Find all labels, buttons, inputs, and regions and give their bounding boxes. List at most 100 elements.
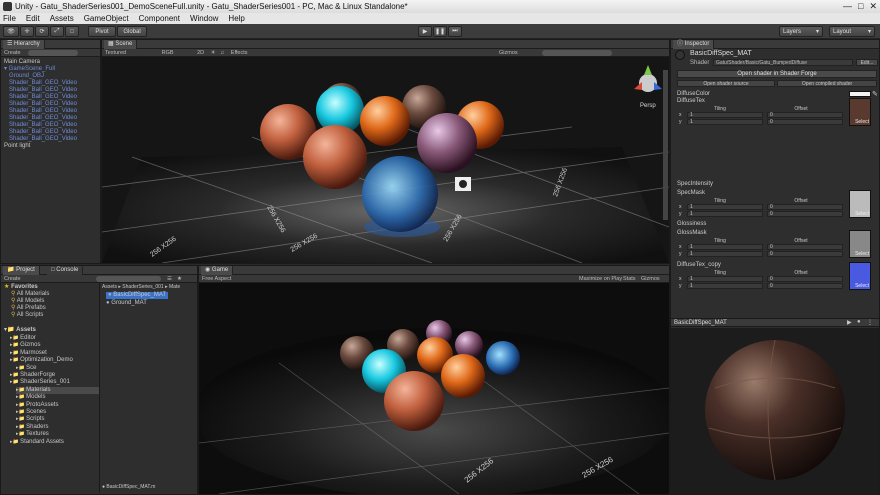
tiling-x-field[interactable]: 1 [687,204,763,210]
folder-item[interactable]: ▸📁 Shaders [16,424,48,431]
rect-tool-icon[interactable]: □ [65,26,79,37]
hierarchy-item[interactable]: Shader_Ball_GEO_Video [9,122,77,129]
scale-tool-icon[interactable]: ⤢ [50,26,64,37]
hierarchy-search-input[interactable] [28,49,79,56]
game-viewport[interactable]: 256 X256 256 X256 [199,283,669,494]
scene-viewport[interactable]: 256 X256 256 X256 256 X256 256 X256 256 … [102,57,669,263]
tiling-y-field[interactable]: 1 [687,119,763,125]
hierarchy-item[interactable]: Shader_Ball_GEO_Video [9,115,77,122]
tiling-y-field[interactable]: 1 [687,211,763,217]
stats-toggle[interactable]: Stats [623,275,636,283]
folder-item[interactable]: ▸📁 ProtoAssets [16,402,58,409]
hierarchy-create-button[interactable]: Create [4,50,21,56]
open-shader-forge-button[interactable]: Open shader in Shader Forge [677,70,877,78]
play-preview-icon[interactable]: ▶ [847,319,852,326]
preview-shape-icon[interactable]: ● [857,319,861,325]
hierarchy-item[interactable]: Shader_Ball_GEO_Video [9,80,77,87]
hierarchy-item[interactable]: Shader_Ball_GEO_Video [9,136,77,143]
play-button[interactable]: ▶ [418,26,432,37]
audio-icon[interactable]: ♫ [220,50,224,56]
folder-item[interactable]: ▸📁 Sce [16,365,36,372]
folder-item[interactable]: ▸📁 Scenes [16,409,46,416]
tab-hierarchy[interactable]: ☰ Hierarchy [3,40,45,49]
close-icon[interactable]: ✕ [869,1,877,12]
tiling-x-field[interactable]: 1 [687,112,763,118]
hierarchy-item[interactable]: Shader_Ball_GEO_Video [9,101,77,108]
favorite-item[interactable]: ⚲ All Materials [11,291,49,298]
project-breadcrumb[interactable]: Assets ▸ ShaderSeries_001 ▸ Mate [102,284,180,291]
lighting-icon[interactable]: ☀ [211,50,216,56]
favorite-item[interactable]: ⚲ All Models [11,298,44,305]
global-button[interactable]: Global [117,26,147,37]
file-item-ground[interactable]: ● Ground_MAT [106,300,147,307]
hierarchy-item[interactable]: Shader_Ball_GEO_Video [9,129,77,136]
gizmos-dropdown[interactable]: Gizmos [499,49,518,57]
filter-icon[interactable]: ☰ [167,275,172,283]
tiling-y-field[interactable]: 1 [687,283,763,289]
scene-scrollbar[interactable] [663,70,668,220]
offset-y-field[interactable]: 0 [767,283,843,289]
hierarchy-item[interactable]: ▾ GameScene_Full [4,66,55,73]
menu-help[interactable]: Help [228,14,244,23]
hierarchy-item[interactable]: Shader_Ball_GEO_Video [9,108,77,115]
offset-y-field[interactable]: 0 [767,211,843,217]
texture-select-button[interactable]: Select [855,283,869,289]
effects-dropdown[interactable]: Effects [231,50,248,56]
open-compiled-shader-button[interactable]: Open compiled shader [777,80,877,87]
rotate-tool-icon[interactable]: ⟳ [35,26,49,37]
minimize-icon[interactable]: — [843,1,852,12]
folder-item[interactable]: ▸📁 Models [16,394,45,401]
offset-y-field[interactable]: 0 [767,251,843,257]
menu-assets[interactable]: Assets [50,14,74,23]
hierarchy-item[interactable]: Point light [4,143,30,150]
scene-search-input[interactable] [542,50,612,56]
menu-gameobject[interactable]: GameObject [84,14,129,23]
texture-thumbnail[interactable]: Select [849,262,871,290]
menu-file[interactable]: File [3,14,16,23]
hierarchy-item[interactable]: Shader_Ball_GEO_Video [9,87,77,94]
textured-dropdown[interactable]: Textured [105,50,126,56]
folder-item[interactable]: ▸📁 Scripts [16,416,44,423]
game-gizmos-dropdown[interactable]: Gizmos [641,275,660,283]
step-button[interactable]: ⏭ [448,26,462,37]
tab-game[interactable]: ◉ Game [201,266,234,275]
tiling-y-field[interactable]: 1 [687,251,763,257]
hierarchy-item[interactable]: Shader_Ball_GEO_Video [9,94,77,101]
pivot-button[interactable]: Pivot [88,26,116,37]
favorite-item[interactable]: ⚲ All Prefabs [11,305,46,312]
open-shader-source-button[interactable]: Open shader source [677,80,775,87]
tab-console[interactable]: □ Console [47,266,84,275]
eyedropper-icon[interactable]: ✎ [872,90,878,98]
offset-x-field[interactable]: 0 [767,204,843,210]
texture-thumbnail[interactable]: Select [849,230,871,258]
assets-header[interactable]: ▾📁 Assets [4,327,36,334]
folder-item[interactable]: ▸📁 ShaderForge [10,372,55,379]
offset-x-field[interactable]: 0 [767,244,843,250]
file-item-basicdiffspec[interactable]: ● BasicDiffSpec_MAT [106,292,169,299]
maximize-icon[interactable]: □ [858,1,863,12]
folder-item[interactable]: ▸📁 Marmoset [10,350,47,357]
pause-button[interactable]: ❚❚ [433,26,447,37]
folder-item[interactable]: ▸📁 Editor [10,335,36,342]
menu-edit[interactable]: Edit [26,14,40,23]
offset-x-field[interactable]: 0 [767,112,843,118]
texture-select-button[interactable]: Select [855,211,869,217]
menu-component[interactable]: Component [139,14,180,23]
view-tool-icon[interactable]: 👁 [3,26,19,37]
folder-item[interactable]: ▸📁 Textures [16,431,49,438]
layout-dropdown[interactable]: Layout ▾ [829,26,875,37]
maximize-on-play-toggle[interactable]: Maximize on Play [579,275,622,283]
layers-dropdown[interactable]: Layers ▾ [779,26,823,37]
diffuse-color-swatch[interactable] [849,91,871,97]
rgb-dropdown[interactable]: RGB [162,50,174,56]
folder-item[interactable]: ▸📁 ShaderSeries_001 [10,379,70,386]
star-icon[interactable]: ★ [177,275,182,283]
folder-item[interactable]: ▸📁 Materials [16,386,99,394]
shader-dropdown[interactable]: Gatu/Shader/Basic/Gatu_BumpedDiffuse [713,59,853,66]
menu-window[interactable]: Window [190,14,218,23]
hierarchy-item[interactable]: Ground_OBJ [9,73,44,80]
edit-shader-button[interactable]: Edit... [856,59,878,66]
tiling-x-field[interactable]: 1 [687,276,763,282]
favorites-header[interactable]: ★ Favorites [4,284,38,291]
offset-x-field[interactable]: 0 [767,276,843,282]
